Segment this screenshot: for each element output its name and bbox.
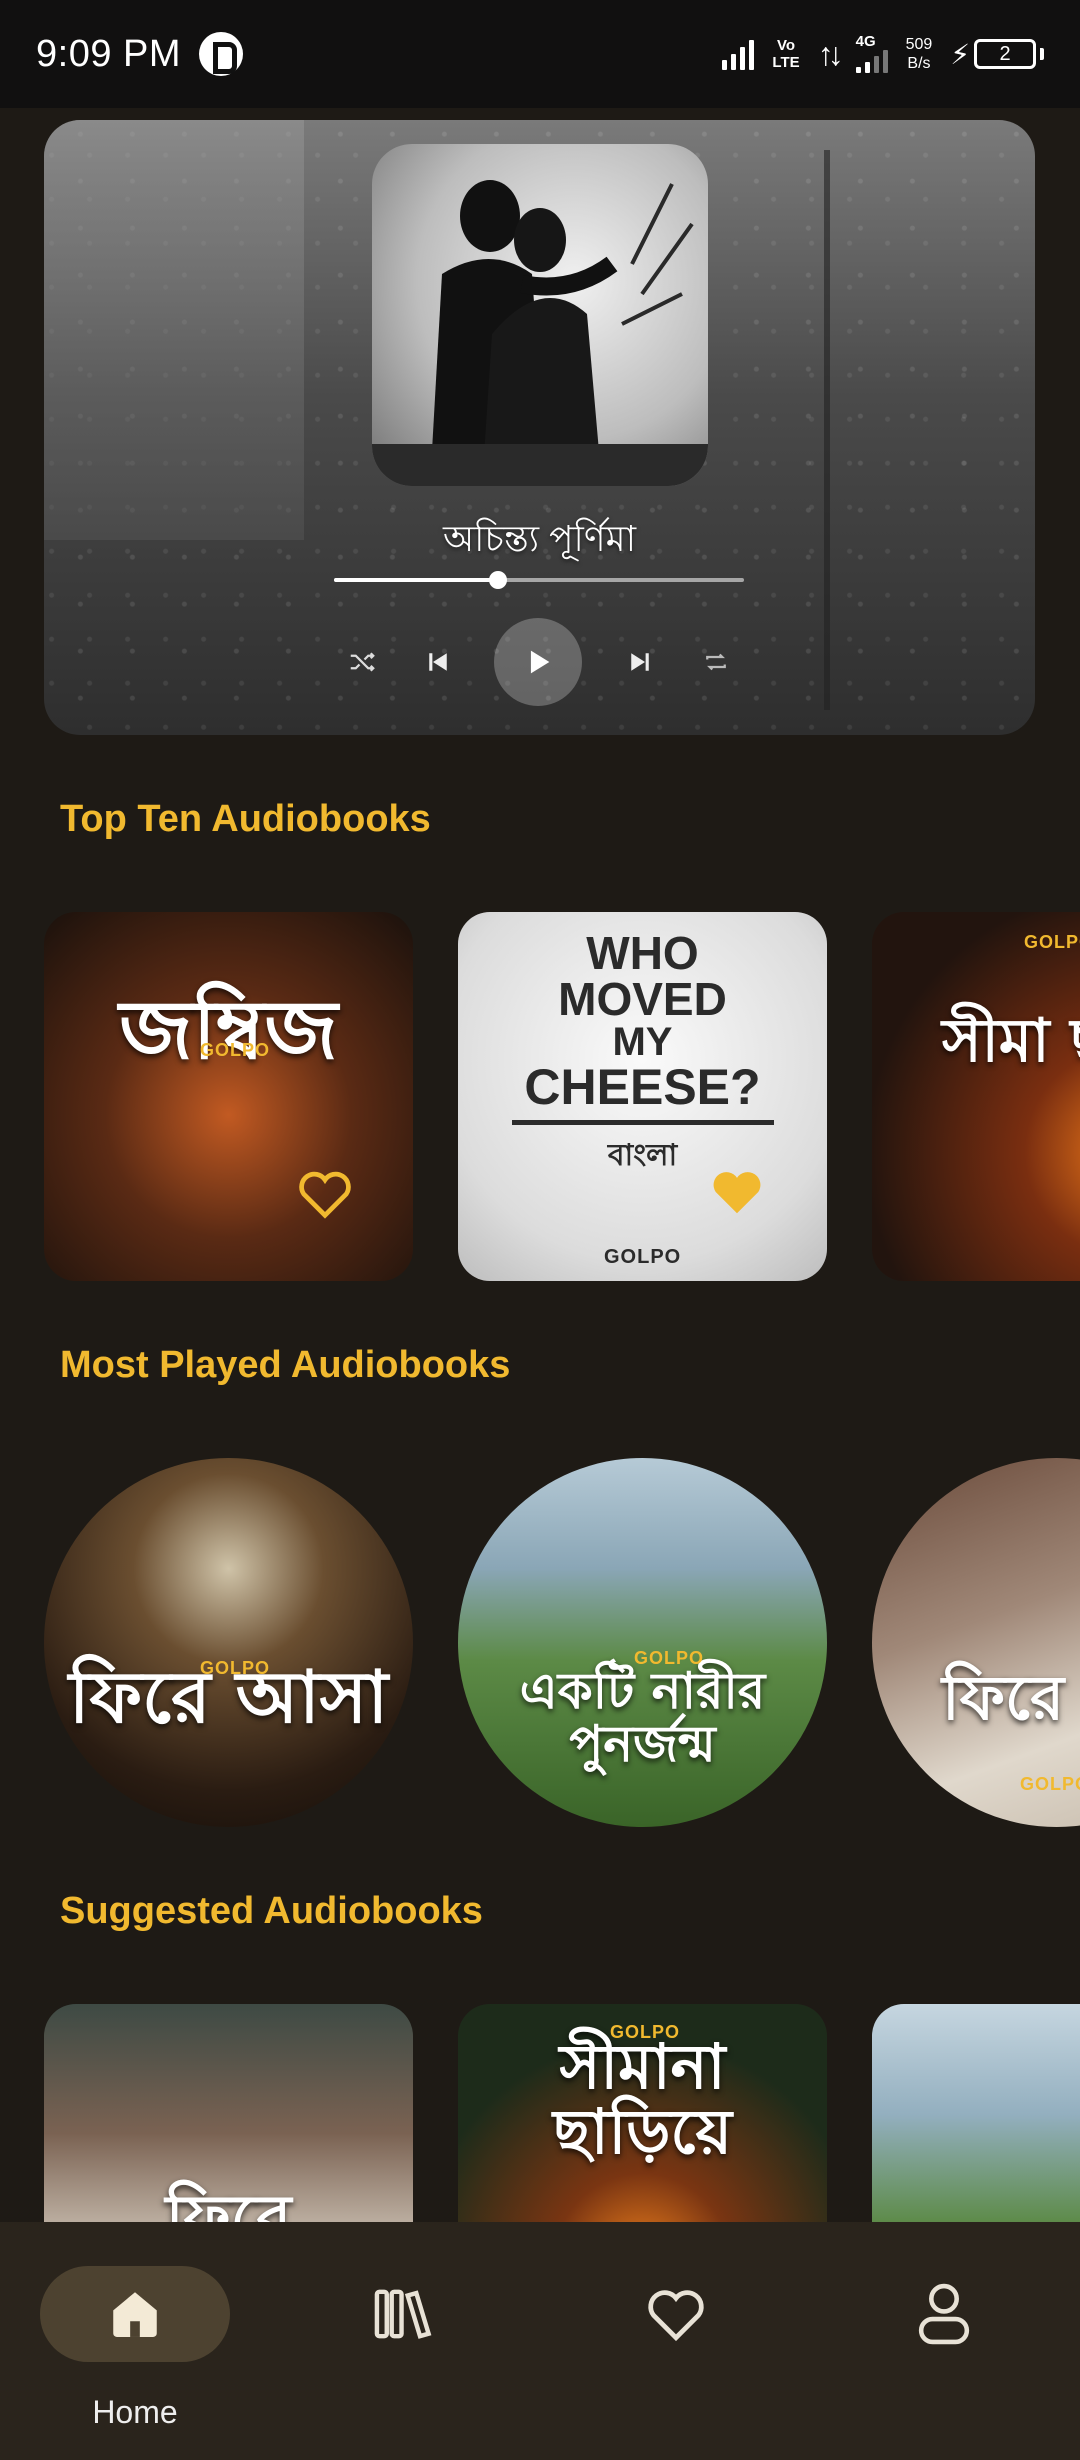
seek-bar[interactable]	[334, 571, 744, 589]
status-time: 9:09 PM	[36, 32, 182, 75]
mobile-network-indicator: 4G	[855, 33, 888, 73]
favorite-outline-icon[interactable]	[296, 1168, 354, 1220]
audiobook-card-zombies[interactable]: জম্বিজ GOLPO	[44, 912, 413, 1281]
cover-title: সীমা ছাড়ি	[942, 1006, 1080, 1076]
status-bar: 9:09 PM Vo LTE ↑↓ 4G 509 B/s ⚡ 2	[0, 0, 1080, 108]
audiobook-card-landscape[interactable]	[872, 2004, 1080, 2222]
audiobook-card-phire-asha[interactable]: ফিরে আসা GOLPO	[44, 1458, 413, 1827]
audiobook-card-ekti-narir-punarjanma[interactable]: একটি নারীর পুনর্জন্ম GOLPO	[458, 1458, 827, 1827]
audiobook-card-simana-chhariye-suggested[interactable]: সীমানা ছাড়িয়ে GOLPO	[458, 2004, 827, 2222]
skip-previous-icon[interactable]	[416, 640, 460, 684]
shuffle-icon[interactable]	[340, 640, 384, 684]
library-icon	[374, 2289, 432, 2339]
cover-title: ফিরে	[165, 2181, 292, 2222]
play-button[interactable]	[494, 618, 582, 706]
golpo-logo: GOLPO	[604, 1246, 682, 1268]
nav-item-home[interactable]	[40, 2266, 230, 2362]
cover-title: জম্বিজ	[119, 983, 338, 1079]
profile-icon	[918, 2283, 970, 2345]
favorite-filled-icon[interactable]	[708, 1166, 766, 1218]
skip-next-icon[interactable]	[618, 640, 662, 684]
bottom-navigation: Home	[0, 2222, 1080, 2460]
cover-line: MY	[612, 1020, 673, 1064]
nav-label-home: Home	[92, 2394, 178, 2430]
data-activity-icon: ↑↓	[817, 35, 844, 72]
mobile-signal-icon	[855, 49, 888, 73]
volte-indicator: Vo LTE	[772, 37, 799, 71]
cover-line: WHO	[586, 927, 699, 979]
top-ten-row[interactable]: জম্বিজ GOLPO WHO MOVED MY CHEESE? বাংলা …	[0, 912, 1080, 1282]
now-playing-artwork	[372, 144, 708, 486]
audiobook-card-phire[interactable]: ফিরে	[44, 2004, 413, 2222]
golpo-logo: GOLPO	[610, 2022, 681, 2042]
cover-title: ফিরে পাও	[942, 1660, 1080, 1734]
volte-top-label: Vo	[776, 37, 796, 54]
network-speed-value: 509	[905, 36, 933, 53]
golpo-logo: GOLPO	[200, 1658, 271, 1678]
network-speed: 509 B/s	[906, 35, 933, 73]
golpo-logo: GOLPO	[1020, 1774, 1080, 1794]
golpo-logo: GOLPO	[200, 1040, 271, 1060]
home-icon	[113, 2292, 157, 2337]
cover-subtitle: বাংলা	[607, 1138, 678, 1173]
volte-bottom-label: LTE	[772, 54, 800, 71]
hero-background-pole	[824, 150, 830, 710]
cover-divider	[511, 1120, 774, 1125]
status-indicators: Vo LTE ↑↓ 4G 509 B/s ⚡ 2	[722, 33, 1044, 73]
nav-item-library[interactable]	[352, 2282, 456, 2346]
cover-title-block: WHO MOVED MY CHEESE?	[524, 930, 760, 1112]
cover-line: CHEESE?	[524, 1059, 761, 1115]
cover-title: সীমানা ছাড়িয়ে	[553, 2030, 732, 2169]
heart-icon	[648, 2290, 704, 2342]
most-played-row[interactable]: ফিরে আসা GOLPO একটি নারীর পুনর্জন্ম GOLP…	[0, 1458, 1080, 1828]
nav-item-favorites[interactable]	[624, 2282, 728, 2346]
audiobook-card-who-moved-my-cheese[interactable]: WHO MOVED MY CHEESE? বাংলা GOLPO	[458, 912, 827, 1281]
cover-line: MOVED	[558, 973, 727, 1025]
now-playing-title: অচিন্ত্য পূর্ণিমা	[442, 518, 637, 559]
seek-bar-progress	[334, 578, 498, 582]
couple-silhouette-image	[372, 180, 708, 486]
golpo-logo: GOLPO	[1024, 932, 1080, 952]
suggested-row[interactable]: ফিরে সীমানা ছাড়িয়ে GOLPO	[0, 2004, 1080, 2222]
section-title-most-played: Most Played Audiobooks	[60, 1344, 511, 1386]
cover-title: একটি নারীর পুনর্জন্ম	[519, 1662, 766, 1773]
hero-background-building	[44, 120, 304, 540]
golpo-logo: GOLPO	[634, 1648, 705, 1668]
network-type-label: 4G	[855, 33, 876, 50]
battery-icon: 2	[974, 39, 1036, 69]
nav-item-profile[interactable]	[892, 2278, 996, 2350]
section-title-suggested: Suggested Audiobooks	[60, 1890, 483, 1932]
network-speed-unit: B/s	[907, 55, 931, 72]
charging-bolt-icon: ⚡	[950, 38, 970, 70]
battery-indicator: ⚡ 2	[950, 38, 1044, 71]
seek-bar-thumb[interactable]	[489, 571, 507, 589]
battery-tip	[1040, 48, 1044, 60]
repeat-icon[interactable]	[694, 640, 738, 684]
battery-level: 2	[999, 42, 1011, 65]
signal-strength-icon	[722, 38, 755, 70]
section-title-top-ten: Top Ten Audiobooks	[60, 798, 431, 840]
audiobook-card-phire-pao[interactable]: ফিরে পাও GOLPO	[872, 1458, 1080, 1827]
play-icon	[530, 650, 550, 674]
pocket-notification-icon	[199, 32, 244, 76]
audiobook-card-simana-chhariye[interactable]: সীমা ছাড়ি GOLPO	[872, 912, 1080, 1281]
